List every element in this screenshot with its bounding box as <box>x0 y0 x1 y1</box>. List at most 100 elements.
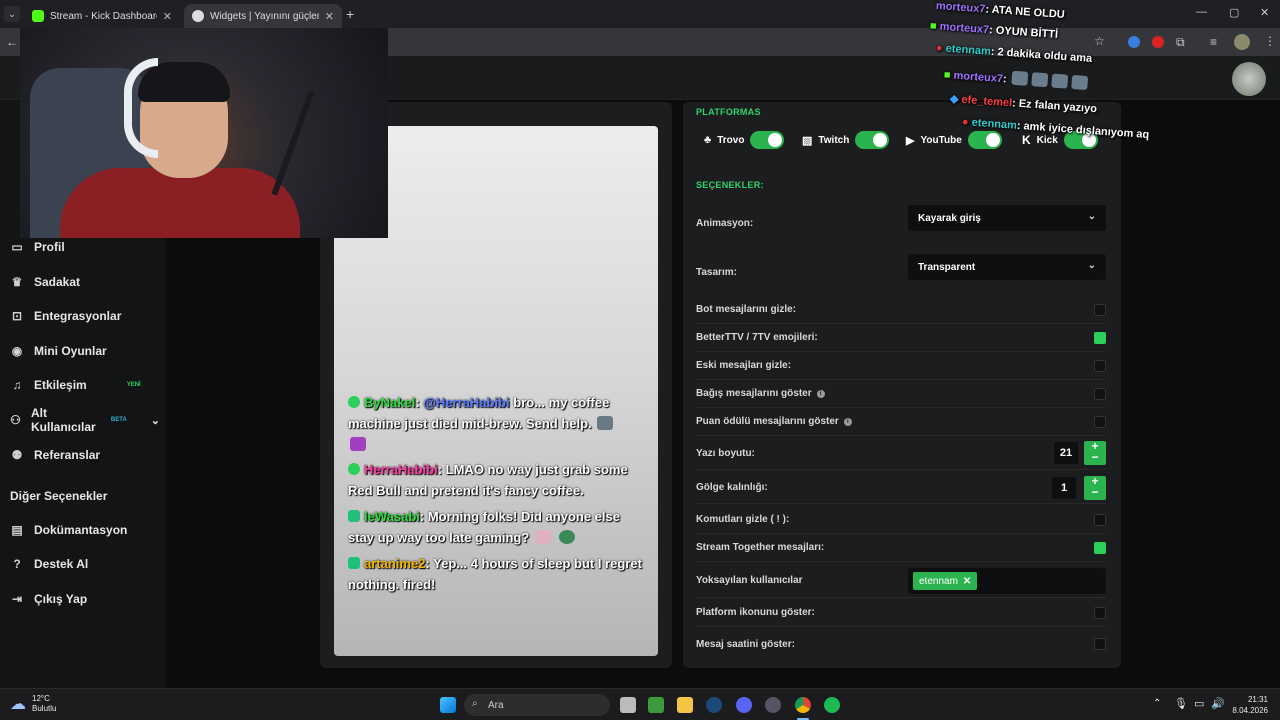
chat-badge-icon: ● <box>935 42 944 55</box>
sidebar-item-mini-oyunlar[interactable]: ◉ Mini Oyunlar <box>10 339 160 363</box>
tab-kick-dashboard[interactable]: Stream - Kick Dashboard ✕ <box>24 4 180 28</box>
ignored-user-tag[interactable]: etennam ✕ <box>913 572 978 590</box>
sidebar-item-etkilesim[interactable]: ♫ Etkileşim YENİ <box>10 373 160 397</box>
weather-widget[interactable]: ☁ 12°C Bulutlu <box>10 694 56 714</box>
clock-date: 8.04.2026 <box>1232 706 1268 715</box>
sidebar-item-label: Profil <box>34 240 65 254</box>
remove-icon[interactable]: ✕ <box>963 576 971 587</box>
platforms-title: PLATFORMAS <box>696 107 761 117</box>
minecraft-icon[interactable] <box>648 697 664 713</box>
chat-username: ByNakel <box>364 395 416 410</box>
user-avatar[interactable] <box>1232 62 1266 96</box>
back-icon[interactable]: ← <box>6 35 18 49</box>
show-point-rewards-checkbox[interactable] <box>1094 416 1106 428</box>
stream-together-checkbox[interactable] <box>1094 542 1106 554</box>
other-options-heading: Diğer Seçenekler <box>10 489 108 503</box>
close-icon[interactable]: ✕ <box>325 10 334 23</box>
twitch-toggle[interactable] <box>855 131 890 149</box>
translate-icon[interactable] <box>1128 36 1140 48</box>
clock[interactable]: 21:31 8.04.2026 <box>1232 694 1268 716</box>
kick-icon: K <box>1022 133 1031 147</box>
bttv-emotes-row: BetterTTV / 7TV emojileri: <box>696 324 1106 352</box>
font-size-stepper[interactable]: + − <box>1084 440 1106 465</box>
hide-commands-checkbox[interactable] <box>1094 514 1106 526</box>
start-icon[interactable] <box>440 697 456 713</box>
sidebar-item-dokumantasyon[interactable]: ▤ Dokümantasyon <box>10 518 160 542</box>
volume-icon[interactable]: 🔊 <box>1211 697 1225 710</box>
tab-widgets[interactable]: Widgets | Yayınını güçlendirme! ✕ <box>184 4 342 28</box>
shadow-row: Gölge kalınlığı: <box>696 472 1106 504</box>
emote-icon <box>350 437 366 451</box>
trovo-icon: ♣ <box>704 134 712 146</box>
network-icon[interactable]: ▭ <box>1194 697 1204 710</box>
trovo-toggle[interactable] <box>750 131 785 149</box>
font-size-value[interactable]: 21 <box>1054 442 1078 464</box>
twitch-toggle-group: ▨ Twitch <box>802 131 890 149</box>
sidebar-item-sadakat[interactable]: ♛ Sadakat <box>10 270 160 294</box>
hide-bot-messages-checkbox[interactable] <box>1094 304 1106 316</box>
taskbar-search[interactable]: ⌕ Ara <box>464 694 610 716</box>
chevron-down-icon: ⌄ <box>1087 211 1096 222</box>
sidebar-item-destek-al[interactable]: ? Destek Al <box>10 552 160 576</box>
question-icon: ? <box>13 557 21 571</box>
steam-icon[interactable] <box>706 697 722 713</box>
shadow-stepper[interactable]: + − <box>1084 475 1106 500</box>
shadow-value[interactable]: 1 <box>1052 477 1076 499</box>
maximize-button[interactable]: ▢ <box>1229 6 1239 19</box>
task-view-icon[interactable] <box>620 697 636 713</box>
profile-avatar-icon[interactable] <box>1234 34 1250 50</box>
sidebar-item-label: Dokümantasyon <box>34 523 128 537</box>
reading-list-icon[interactable]: ≡ <box>1210 35 1217 49</box>
chevron-down-icon[interactable]: ⌄ <box>151 414 160 427</box>
info-icon[interactable]: i <box>816 389 825 398</box>
chat-message: HerraHabibi: LMAO no way just grab some … <box>348 462 628 498</box>
menu-dots-icon[interactable]: ⋮ <box>1264 34 1276 48</box>
windows-taskbar: ☁ 12°C Bulutlu ⌕ Ara ⌃ 🎙 ▭ 🔊 21:31 8.04.… <box>0 688 1280 720</box>
chat-username: leWasabi <box>364 509 420 524</box>
spotify-icon[interactable] <box>824 697 840 713</box>
app-icon[interactable] <box>765 697 781 713</box>
minimize-button[interactable]: — <box>1196 6 1207 18</box>
sidebar-item-label: Destek Al <box>34 557 89 571</box>
chrome-icon[interactable] <box>795 697 811 713</box>
sidebar-item-label: Etkileşim <box>34 378 87 392</box>
design-select[interactable]: Transparent ⌄ <box>908 254 1106 280</box>
trovo-toggle-group: ♣ Trovo <box>704 131 785 149</box>
bookmark-star-icon[interactable]: ☆ <box>1094 34 1105 48</box>
widget-icon <box>192 10 204 22</box>
sidebar-item-cikis-yap[interactable]: ⇥ Çıkış Yap <box>10 587 160 611</box>
discord-icon[interactable] <box>736 697 752 713</box>
tab-title: Widgets | Yayınını güçlendirme! <box>210 10 319 22</box>
hide-old-messages-checkbox[interactable] <box>1094 360 1106 372</box>
hide-bot-messages-row: Bot mesajlarını gizle: <box>696 296 1106 324</box>
close-window-button[interactable]: ✕ <box>1260 6 1269 19</box>
show-message-time-row: Mesaj saatini göster: <box>696 630 1106 658</box>
tab-list-button[interactable]: ⌄ <box>4 6 20 22</box>
show-donations-checkbox[interactable] <box>1094 388 1106 400</box>
bttv-emotes-checkbox[interactable] <box>1094 332 1106 344</box>
close-icon[interactable]: ✕ <box>163 10 172 23</box>
sidebar-item-referanslar[interactable]: ⚉ Referanslar <box>10 443 160 467</box>
sidebar-item-profil[interactable]: ▭ Profil <box>10 235 160 259</box>
extensions-puzzle-icon[interactable]: ⧉ <box>1176 35 1185 50</box>
chat-badge-icon: ■ <box>943 69 951 82</box>
weather-desc: Bulutlu <box>32 704 57 713</box>
tab-title: Stream - Kick Dashboard <box>50 10 157 22</box>
file-explorer-icon[interactable] <box>677 697 693 713</box>
streamer-body <box>60 168 300 238</box>
show-message-time-checkbox[interactable] <box>1094 638 1106 650</box>
extension-red-icon[interactable] <box>1152 36 1164 48</box>
new-tab-button[interactable]: + <box>346 6 354 22</box>
sidebar-item-entegrasyonlar[interactable]: ⊡ Entegrasyonlar <box>10 304 160 328</box>
sidebar-item-label: Çıkış Yap <box>34 592 88 606</box>
user-group-icon: ⚉ <box>11 448 23 462</box>
youtube-toggle[interactable] <box>967 131 1002 149</box>
microphone-icon[interactable]: 🎙 <box>1174 697 1188 710</box>
kick-icon <box>32 10 44 22</box>
show-platform-icon-checkbox[interactable] <box>1094 607 1106 619</box>
tray-chevron-icon[interactable]: ⌃ <box>1153 698 1161 709</box>
info-icon[interactable]: i <box>843 417 852 426</box>
sidebar-item-alt-kullanicilar[interactable]: ⚇ Alt Kullanıcılar BETA ⌄ <box>10 406 160 434</box>
animation-select[interactable]: Kayarak giriş ⌄ <box>908 205 1106 231</box>
font-size-row: Yazı boyutu: <box>696 438 1106 470</box>
